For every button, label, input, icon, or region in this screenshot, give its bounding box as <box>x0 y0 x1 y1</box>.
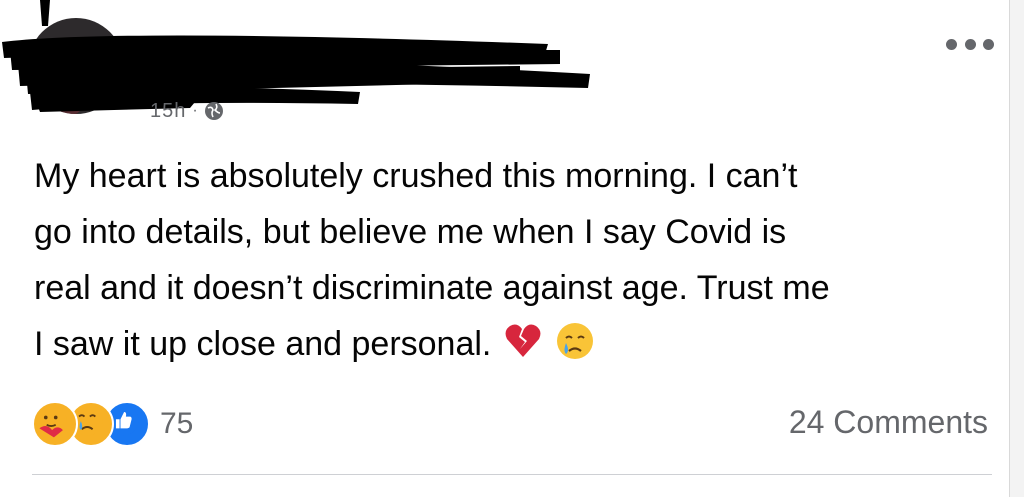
post-text-line: My heart is absolutely crushed this morn… <box>34 157 798 195</box>
more-horizontal-icon[interactable] <box>946 34 994 54</box>
reaction-count: 75 <box>160 407 194 440</box>
scrollbar-edge <box>1009 0 1024 497</box>
post-text-line: go into details, but believe me when I s… <box>34 213 787 251</box>
post-text-line: real and it doesn’t discriminate against… <box>34 269 830 307</box>
name-redaction <box>2 0 590 112</box>
reactions-summary[interactable]: 75 <box>32 400 193 448</box>
crying-face-icon <box>557 323 594 359</box>
post-meta: 15h · <box>150 98 224 124</box>
post-header: 15h · <box>0 0 1010 130</box>
post-text-line: I saw it up close and personal. <box>34 325 492 363</box>
divider <box>32 474 992 475</box>
comments-count-link[interactable]: 24 Comments <box>789 404 988 441</box>
globe-icon <box>204 102 223 120</box>
care-reaction-icon <box>32 401 78 447</box>
post-timestamp[interactable]: 15h <box>150 100 186 123</box>
post-text: My heart is absolutely crushed this morn… <box>34 148 994 372</box>
facebook-post: 15h · My heart is absolutely crushed thi… <box>0 0 1010 497</box>
meta-separator: · <box>192 102 198 119</box>
broken-heart-icon <box>505 324 541 357</box>
